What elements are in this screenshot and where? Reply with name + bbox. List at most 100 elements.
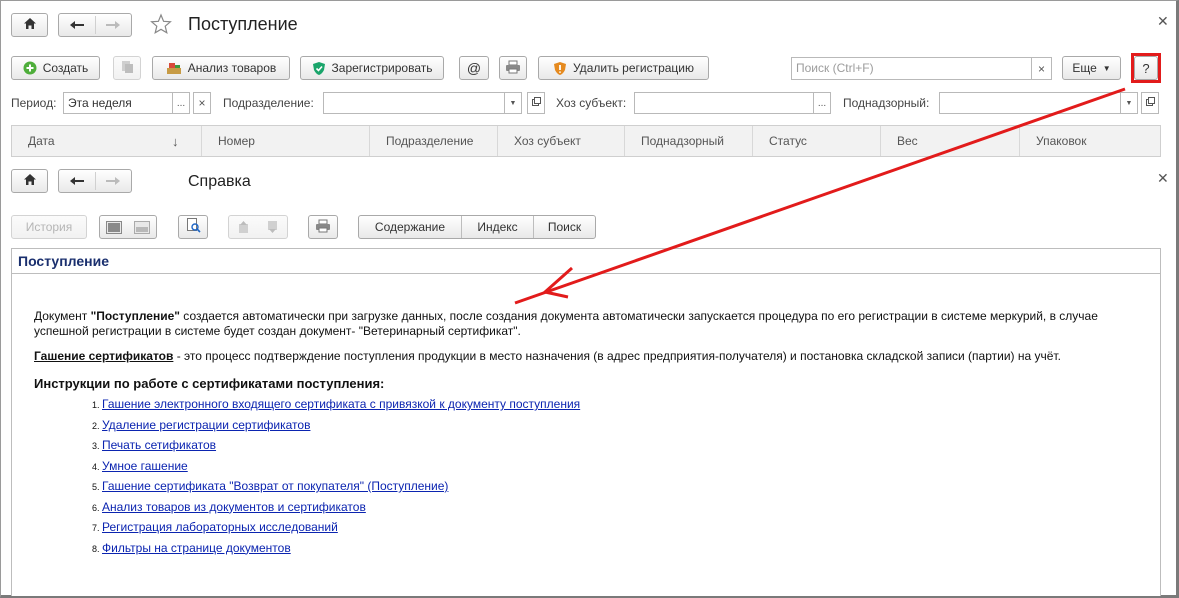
column-header-date[interactable]: Дата ↓ bbox=[12, 126, 202, 156]
subject-input[interactable] bbox=[634, 92, 814, 114]
close-icon[interactable]: ✕ bbox=[1157, 13, 1169, 30]
printer-icon bbox=[505, 60, 521, 77]
star-icon[interactable] bbox=[150, 13, 172, 38]
help-link[interactable]: Гашение электронного входящего сертифика… bbox=[102, 397, 580, 411]
help-nav-buttons bbox=[58, 169, 132, 193]
search-input[interactable]: Поиск (Ctrl+F) bbox=[791, 57, 1032, 80]
help-print-button[interactable] bbox=[308, 215, 338, 239]
home-button[interactable] bbox=[11, 13, 48, 37]
help-tabs: Содержание Индекс Поиск bbox=[358, 215, 596, 239]
help-link[interactable]: Печать сетификатов bbox=[102, 438, 216, 452]
help-body: Документ "Поступление" создается автомат… bbox=[34, 309, 1134, 559]
division-label: Подразделение: bbox=[223, 96, 314, 110]
shield-icon bbox=[312, 61, 326, 76]
supervised-dropdown-button[interactable]: ▼ bbox=[1120, 92, 1138, 114]
column-header-label: Упаковок bbox=[1036, 134, 1087, 148]
analysis-button-label: Анализ товаров bbox=[187, 61, 277, 75]
help-page-title: Поступление bbox=[12, 249, 1160, 274]
column-header-label: Статус bbox=[769, 134, 807, 148]
para1-prefix: Документ bbox=[34, 309, 91, 323]
table-header: Дата ↓ Номер Подразделение Хоз субъект П… bbox=[11, 125, 1161, 157]
find-in-page-button[interactable] bbox=[178, 215, 208, 239]
create-button[interactable]: Создать bbox=[11, 56, 100, 80]
nav-buttons bbox=[58, 13, 132, 37]
period-pick-button[interactable]: ... bbox=[172, 92, 190, 114]
help-paragraph-1: Документ "Поступление" создается автомат… bbox=[34, 309, 1134, 339]
para2-suffix: - это процесс подтверждение поступления … bbox=[173, 349, 1061, 363]
help-link[interactable]: Регистрация лабораторных исследований bbox=[102, 520, 338, 534]
help-link[interactable]: Удаление регистрации сертификатов bbox=[102, 418, 310, 432]
delete-registration-label: Удалить регистрацию bbox=[573, 61, 694, 75]
view-toggle-group bbox=[99, 215, 157, 239]
copy-button[interactable] bbox=[113, 56, 141, 80]
help-link[interactable]: Фильтры на странице документов bbox=[102, 541, 291, 555]
list-item: Регистрация лабораторных исследований bbox=[102, 518, 1134, 539]
para1-suffix: создается автоматически при загрузке дан… bbox=[34, 309, 1098, 338]
tab-contents[interactable]: Содержание bbox=[359, 216, 462, 238]
para2-term: Гашение сертификатов bbox=[34, 349, 174, 363]
column-header-packages[interactable]: Упаковок bbox=[1020, 126, 1160, 156]
search-clear-button[interactable]: × bbox=[1031, 57, 1052, 80]
help-link[interactable]: Гашение сертификата "Возврат от покупате… bbox=[102, 479, 448, 493]
sort-arrow-icon: ↓ bbox=[172, 133, 179, 149]
para1-bold: "Поступление" bbox=[90, 309, 180, 323]
help-window-title: Справка bbox=[188, 173, 251, 190]
history-button[interactable]: История bbox=[11, 215, 87, 239]
panel-right-icon[interactable] bbox=[128, 220, 156, 234]
list-item: Умное гашение bbox=[102, 457, 1134, 478]
division-open-button[interactable] bbox=[527, 92, 545, 114]
forward-icon[interactable] bbox=[96, 176, 132, 186]
subject-pick-button[interactable]: ... bbox=[813, 92, 831, 114]
goods-analysis-icon bbox=[166, 61, 182, 75]
help-paragraph-2: Гашение сертификатов - это процесс подтв… bbox=[34, 349, 1134, 364]
column-header-supervised[interactable]: Поднадзорный bbox=[625, 126, 753, 156]
column-header-subject[interactable]: Хоз субъект bbox=[498, 126, 625, 156]
division-dropdown-button[interactable]: ▼ bbox=[504, 92, 522, 114]
help-link[interactable]: Анализ товаров из документов и сертифика… bbox=[102, 500, 366, 514]
email-button[interactable]: @ bbox=[459, 56, 489, 80]
find-page-icon bbox=[186, 218, 201, 236]
print-button[interactable] bbox=[499, 56, 527, 80]
help-link[interactable]: Умное гашение bbox=[102, 459, 188, 473]
period-input[interactable]: Эта неделя bbox=[63, 92, 173, 114]
register-button[interactable]: Зарегистрировать bbox=[300, 56, 444, 80]
supervised-label: Поднадзорный: bbox=[843, 96, 930, 110]
list-item: Удаление регистрации сертификатов bbox=[102, 416, 1134, 437]
column-header-status[interactable]: Статус bbox=[753, 126, 881, 156]
chevron-down-icon: ▼ bbox=[1125, 99, 1133, 107]
copy-icon bbox=[120, 60, 134, 77]
analysis-button[interactable]: Анализ товаров bbox=[152, 56, 290, 80]
open-icon bbox=[1145, 97, 1155, 109]
column-header-division[interactable]: Подразделение bbox=[370, 126, 498, 156]
period-clear-button[interactable]: × bbox=[193, 92, 211, 114]
period-label: Период: bbox=[11, 96, 57, 110]
forward-icon[interactable] bbox=[96, 20, 132, 30]
help-home-button[interactable] bbox=[11, 169, 48, 193]
create-button-label: Создать bbox=[42, 61, 89, 75]
shield-warning-icon bbox=[553, 61, 567, 76]
home-icon bbox=[23, 17, 37, 33]
back-icon[interactable] bbox=[59, 20, 95, 30]
next-topic-icon[interactable] bbox=[258, 220, 287, 234]
list-item: Гашение сертификата "Возврат от покупате… bbox=[102, 477, 1134, 498]
supervised-input[interactable] bbox=[939, 92, 1121, 114]
supervised-open-button[interactable] bbox=[1141, 92, 1159, 114]
panel-left-icon[interactable] bbox=[100, 220, 128, 234]
division-input[interactable] bbox=[323, 92, 505, 114]
column-header-label: Поднадзорный bbox=[641, 134, 725, 148]
register-button-label: Зарегистрировать bbox=[331, 61, 433, 75]
delete-registration-button[interactable]: Удалить регистрацию bbox=[538, 56, 709, 80]
column-header-weight[interactable]: Вес bbox=[881, 126, 1020, 156]
prev-topic-icon[interactable] bbox=[229, 220, 258, 234]
help-content-panel: Поступление Документ "Поступление" созда… bbox=[11, 248, 1161, 596]
help-close-icon[interactable]: ✕ bbox=[1157, 170, 1169, 187]
back-icon[interactable] bbox=[59, 176, 95, 186]
tab-index[interactable]: Индекс bbox=[462, 216, 534, 238]
column-header-number[interactable]: Номер bbox=[202, 126, 370, 156]
list-item: Гашение электронного входящего сертифика… bbox=[102, 395, 1134, 416]
tab-search[interactable]: Поиск bbox=[534, 216, 595, 238]
more-button[interactable]: Еще ▼ bbox=[1062, 56, 1121, 80]
column-header-label: Вес bbox=[897, 134, 918, 148]
home-icon bbox=[23, 173, 37, 189]
column-header-label: Подразделение bbox=[386, 134, 474, 148]
